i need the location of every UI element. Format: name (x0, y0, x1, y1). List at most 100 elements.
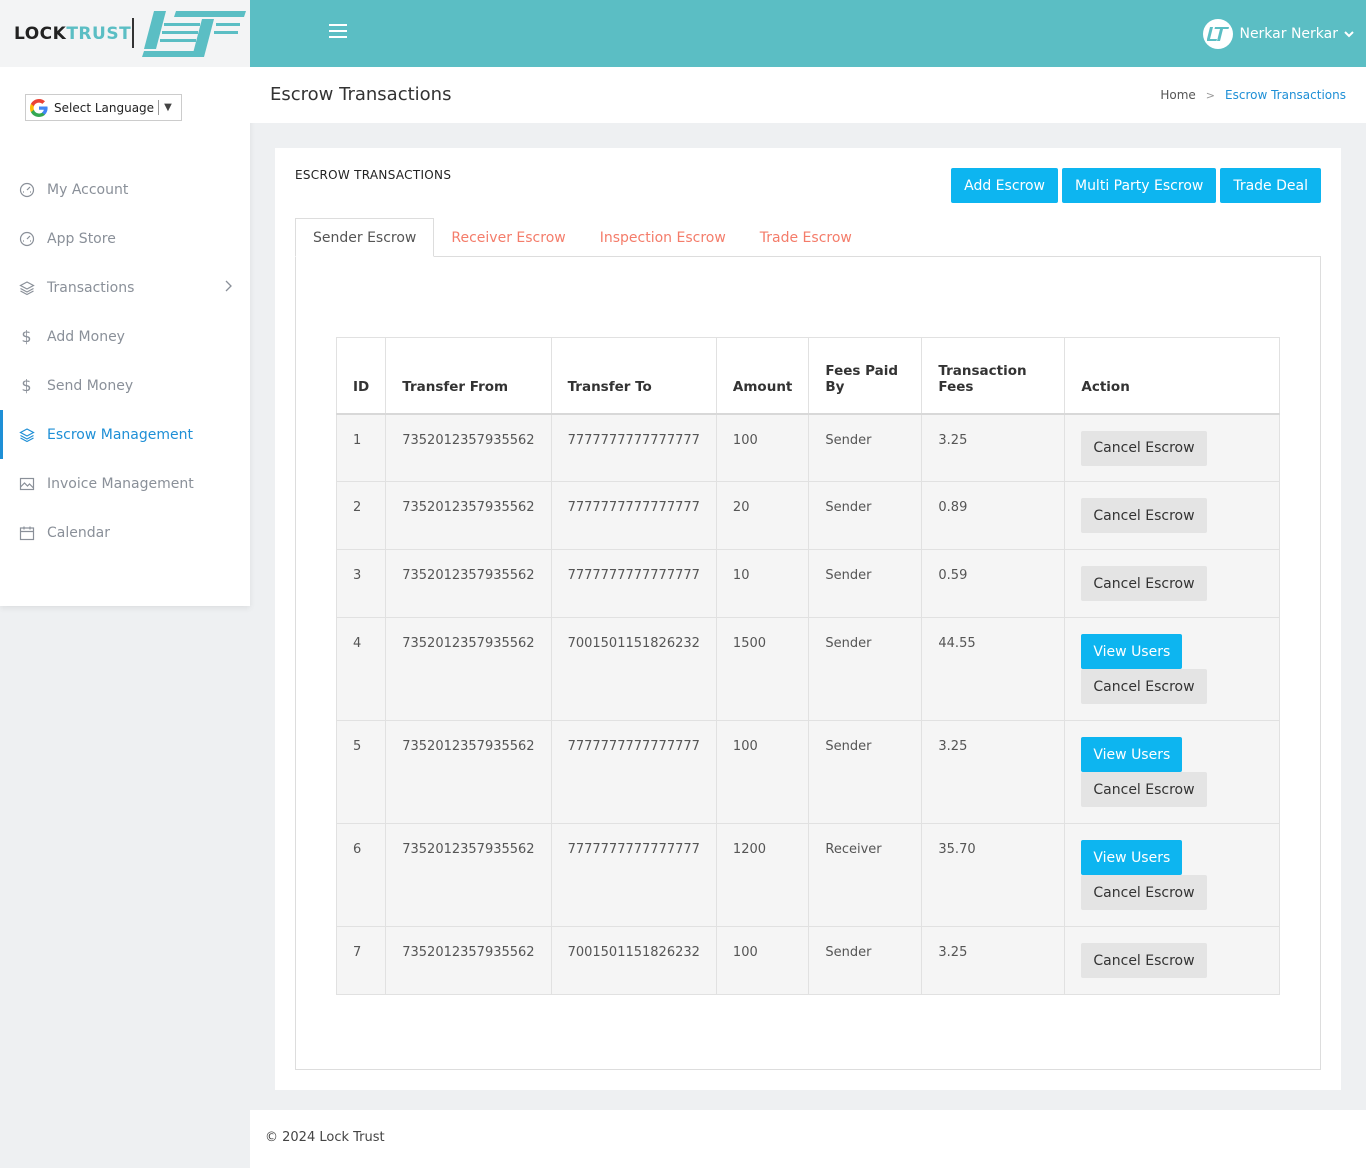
escrow-card: ESCROW TRANSACTIONS Add Escrow Multi Par… (275, 148, 1341, 1090)
cell-id: 6 (335, 823, 387, 927)
dollar-icon: $ (21, 376, 32, 395)
cell-fees: 3.25 (921, 720, 1066, 824)
cancel-escrow-button[interactable]: Cancel Escrow (1081, 943, 1207, 978)
cell-fees: 3.25 (921, 413, 1066, 482)
cell-from: 7352012357935562 (385, 720, 552, 824)
user-menu[interactable]: Nerkar Nerkar (1203, 19, 1354, 49)
view-users-button[interactable]: View Users (1081, 634, 1183, 669)
logo-text-trust: TRUST (66, 24, 132, 44)
cell-amount: 100 (715, 926, 810, 995)
cell-fees-by: Sender (808, 617, 923, 721)
language-divider (158, 100, 160, 115)
cell-id: 1 (335, 413, 387, 482)
cell-to: 7777777777777777 (550, 481, 717, 550)
cell-to: 7777777777777777 (550, 823, 717, 927)
cell-id: 7 (335, 926, 387, 995)
cell-to: 7777777777777777 (550, 720, 717, 824)
cell-fees-by: Receiver (808, 823, 923, 927)
cancel-escrow-button[interactable]: Cancel Escrow (1081, 669, 1207, 704)
cell-fees-by: Sender (808, 720, 923, 824)
cell-amount: 1500 (715, 617, 810, 721)
cell-amount: 100 (715, 413, 810, 482)
table-row: 6 7352012357935562 7777777777777777 1200 Rec… (335, 823, 1280, 927)
calendar-icon (18, 524, 35, 541)
multi-party-escrow-button[interactable]: Multi Party Escrow (1061, 168, 1217, 203)
cell-action: Cancel Escrow (1064, 926, 1280, 995)
cell-id: 4 (335, 617, 387, 721)
cell-to: 7777777777777777 (550, 413, 717, 482)
image-icon (18, 475, 35, 492)
cell-fees: 35.70 (921, 823, 1066, 927)
breadcrumb: Home > Escrow Transactions (1160, 88, 1346, 102)
dropdown-arrow-icon: ▼ (164, 102, 172, 113)
tab-sender-escrow[interactable]: Sender Escrow (295, 218, 435, 257)
tab-trade-escrow[interactable]: Trade Escrow (743, 218, 869, 257)
column-header-transfer-to: Transfer To (550, 337, 717, 415)
cell-amount: 1200 (715, 823, 810, 927)
escrow-table: ID Transfer From Transfer To Amount Fees… (335, 337, 1280, 995)
cell-fees: 0.89 (921, 481, 1066, 550)
cell-fees: 3.25 (921, 926, 1066, 995)
card-title: ESCROW TRANSACTIONS (295, 168, 452, 182)
table-row: 1 7352012357935562 7777777777777777 100 Send… (335, 413, 1280, 482)
trade-deal-button[interactable]: Trade Deal (1220, 168, 1321, 203)
column-header-amount: Amount (715, 337, 810, 415)
footer: © 2024 Lock Trust (250, 1110, 1366, 1168)
cell-to: 7001501151826232 (550, 926, 717, 995)
table-row: 4 7352012357935562 7001501151826232 1500 Sen… (335, 617, 1280, 721)
column-header-id: ID (335, 337, 387, 415)
cancel-escrow-button[interactable]: Cancel Escrow (1081, 772, 1207, 807)
tab-receiver-escrow[interactable]: Receiver Escrow (434, 218, 582, 257)
language-selector[interactable]: Select Language ▼ (25, 94, 182, 121)
dollar-icon: $ (21, 327, 32, 346)
cancel-escrow-button[interactable]: Cancel Escrow (1081, 566, 1207, 601)
layers-icon (18, 279, 35, 296)
cell-fees: 44.55 (921, 617, 1066, 721)
sidebar-item-label: Escrow Management (47, 426, 193, 443)
logo-text: LOCKTRUST (14, 24, 131, 44)
sidebar-item-invoice-management[interactable]: Invoice Management (0, 459, 250, 508)
speedometer-icon (18, 230, 35, 247)
sidebar-item-label: Transactions (47, 279, 135, 296)
table-row: 7 7352012357935562 7001501151826232 100 Send… (335, 926, 1280, 995)
breadcrumb-home[interactable]: Home (1160, 88, 1195, 102)
cell-id: 5 (335, 720, 387, 824)
cell-from: 7352012357935562 (385, 549, 552, 618)
sidebar-item-app-store[interactable]: App Store (0, 214, 250, 263)
cell-to: 7777777777777777 (550, 549, 717, 618)
cell-from: 7352012357935562 (385, 926, 552, 995)
sidebar: LOCKTRUST Select Language ▼ My Account A… (0, 0, 250, 606)
cell-fees-by: Sender (808, 926, 923, 995)
column-header-action: Action (1064, 337, 1280, 415)
top-bar: Nerkar Nerkar (250, 0, 1366, 67)
tab-panel: ID Transfer From Transfer To Amount Fees… (295, 256, 1321, 1070)
cancel-escrow-button[interactable]: Cancel Escrow (1081, 430, 1207, 466)
cell-amount: 10 (715, 549, 810, 618)
table-row: 5 7352012357935562 7777777777777777 100 Send… (335, 720, 1280, 824)
sidebar-item-transactions[interactable]: Transactions (0, 263, 250, 312)
view-users-button[interactable]: View Users (1081, 737, 1183, 772)
page-title: Escrow Transactions (270, 84, 452, 105)
sidebar-item-label: Invoice Management (47, 475, 194, 492)
tab-inspection-escrow[interactable]: Inspection Escrow (583, 218, 743, 257)
cell-fees-by: Sender (808, 413, 923, 482)
sidebar-item-add-money[interactable]: $ Add Money (0, 312, 250, 361)
footer-copyright: © 2024 Lock Trust (265, 1130, 385, 1145)
sidebar-item-send-money[interactable]: $ Send Money (0, 361, 250, 410)
logo[interactable]: LOCKTRUST (0, 0, 250, 67)
chevron-down-icon (1344, 30, 1354, 37)
add-escrow-button[interactable]: Add Escrow (951, 168, 1058, 203)
lt-logo-icon (1207, 27, 1230, 41)
cell-action: Cancel Escrow (1064, 549, 1280, 618)
cell-action: Cancel Escrow (1064, 481, 1280, 550)
sidebar-item-my-account[interactable]: My Account (0, 165, 250, 214)
sidebar-item-calendar[interactable]: Calendar (0, 508, 250, 557)
hamburger-menu-icon[interactable] (329, 24, 347, 40)
sidebar-item-label: App Store (47, 230, 116, 247)
cancel-escrow-button[interactable]: Cancel Escrow (1081, 875, 1207, 910)
card-actions: Add Escrow Multi Party Escrow Trade Deal (951, 168, 1321, 203)
view-users-button[interactable]: View Users (1081, 840, 1183, 875)
sidebar-item-escrow-management[interactable]: Escrow Management (0, 410, 250, 459)
cancel-escrow-button[interactable]: Cancel Escrow (1081, 498, 1207, 533)
column-header-transaction-fees: Transaction Fees (921, 337, 1066, 415)
